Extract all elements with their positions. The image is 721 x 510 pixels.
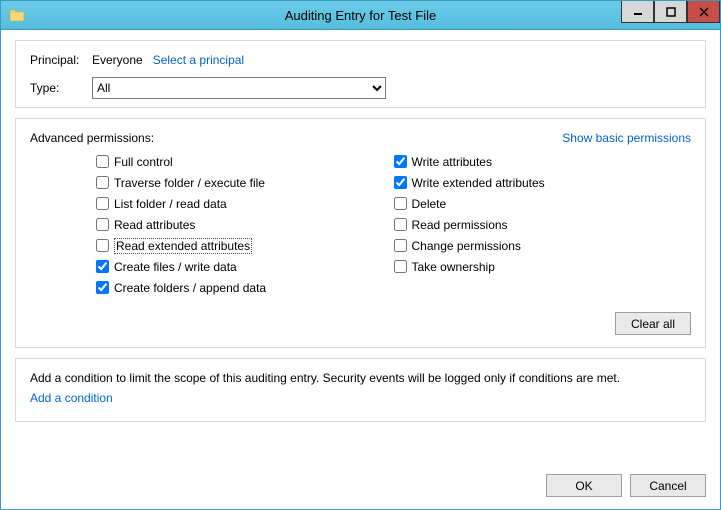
minimize-button[interactable] bbox=[621, 1, 654, 23]
permission-item[interactable]: Read permissions bbox=[394, 214, 692, 235]
permission-label: List folder / read data bbox=[114, 197, 227, 211]
permission-label: Traverse folder / execute file bbox=[114, 176, 265, 190]
permission-item[interactable]: Change permissions bbox=[394, 235, 692, 256]
maximize-button[interactable] bbox=[654, 1, 687, 23]
dialog-footer: OK Cancel bbox=[15, 474, 706, 497]
permissions-column-right: Write attributes Write extended attribute… bbox=[394, 151, 692, 298]
permission-checkbox[interactable] bbox=[394, 197, 407, 210]
permission-item[interactable]: Create folders / append data bbox=[96, 277, 394, 298]
permission-label: Delete bbox=[412, 197, 447, 211]
client-area: Principal: Everyone Select a principal T… bbox=[0, 30, 721, 510]
permission-checkbox[interactable] bbox=[96, 155, 109, 168]
permissions-panel: Advanced permissions: Show basic permiss… bbox=[15, 118, 706, 348]
permission-checkbox[interactable] bbox=[96, 218, 109, 231]
permission-item[interactable]: Full control bbox=[96, 151, 394, 172]
permission-checkbox[interactable] bbox=[96, 197, 109, 210]
permission-item[interactable]: Read extended attributes bbox=[96, 235, 394, 256]
permission-label: Read permissions bbox=[412, 218, 508, 232]
folder-icon bbox=[9, 7, 25, 23]
select-principal-link[interactable]: Select a principal bbox=[153, 53, 244, 67]
permission-checkbox[interactable] bbox=[96, 239, 109, 252]
permission-checkbox[interactable] bbox=[394, 239, 407, 252]
add-condition-link[interactable]: Add a condition bbox=[30, 391, 113, 405]
permission-label: Write attributes bbox=[412, 155, 492, 169]
permission-label: Write extended attributes bbox=[412, 176, 545, 190]
permission-checkbox[interactable] bbox=[96, 281, 109, 294]
titlebar: Auditing Entry for Test File bbox=[0, 0, 721, 30]
principal-value: Everyone bbox=[92, 53, 143, 67]
clear-all-button[interactable]: Clear all bbox=[615, 312, 691, 335]
permission-item[interactable]: Create files / write data bbox=[96, 256, 394, 277]
condition-text: Add a condition to limit the scope of th… bbox=[30, 371, 691, 385]
permission-item[interactable]: Write extended attributes bbox=[394, 172, 692, 193]
permission-label: Read attributes bbox=[114, 218, 195, 232]
permission-checkbox[interactable] bbox=[394, 176, 407, 189]
permission-item[interactable]: Read attributes bbox=[96, 214, 394, 235]
ok-button[interactable]: OK bbox=[546, 474, 622, 497]
permission-label: Take ownership bbox=[412, 260, 495, 274]
permission-checkbox[interactable] bbox=[96, 260, 109, 273]
permission-checkbox[interactable] bbox=[394, 155, 407, 168]
close-button[interactable] bbox=[687, 1, 720, 23]
window-title: Auditing Entry for Test File bbox=[1, 8, 720, 23]
permission-item[interactable]: Write attributes bbox=[394, 151, 692, 172]
show-basic-permissions-link[interactable]: Show basic permissions bbox=[562, 131, 691, 145]
permissions-column-left: Full control Traverse folder / execute fi… bbox=[96, 151, 394, 298]
permission-label: Change permissions bbox=[412, 239, 521, 253]
permission-item[interactable]: Delete bbox=[394, 193, 692, 214]
permission-checkbox[interactable] bbox=[96, 176, 109, 189]
permission-item[interactable]: Traverse folder / execute file bbox=[96, 172, 394, 193]
permission-item[interactable]: Take ownership bbox=[394, 256, 692, 277]
permission-label: Full control bbox=[114, 155, 173, 169]
type-select[interactable]: All bbox=[92, 77, 386, 99]
cancel-button[interactable]: Cancel bbox=[630, 474, 706, 497]
permission-checkbox[interactable] bbox=[394, 260, 407, 273]
permission-item[interactable]: List folder / read data bbox=[96, 193, 394, 214]
header-panel: Principal: Everyone Select a principal T… bbox=[15, 40, 706, 108]
condition-panel: Add a condition to limit the scope of th… bbox=[15, 358, 706, 422]
permission-checkbox[interactable] bbox=[394, 218, 407, 231]
permission-label: Create files / write data bbox=[114, 260, 237, 274]
permission-label: Read extended attributes bbox=[114, 238, 252, 254]
window-buttons bbox=[621, 1, 720, 23]
permission-label: Create folders / append data bbox=[114, 281, 266, 295]
advanced-permissions-label: Advanced permissions: bbox=[30, 131, 154, 145]
type-label: Type: bbox=[30, 81, 92, 95]
principal-label: Principal: bbox=[30, 53, 92, 67]
